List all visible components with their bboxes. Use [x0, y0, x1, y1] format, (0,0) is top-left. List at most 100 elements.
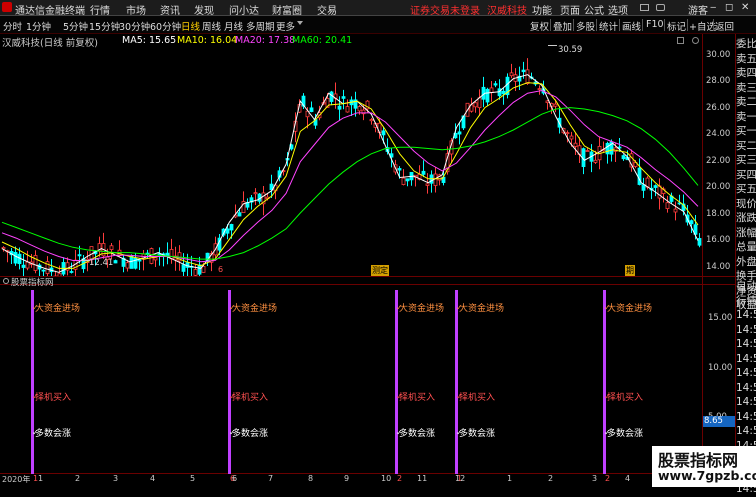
x-label: 2 [75, 474, 81, 483]
candle-body [113, 260, 118, 264]
maximize-button[interactable]: ◻ [725, 2, 733, 13]
sidebar-bottom-item[interactable]: 14:5 [736, 410, 756, 425]
x-label: 11 [417, 474, 428, 483]
price-chart[interactable] [0, 34, 702, 276]
candle-body [425, 183, 430, 186]
period-monthly[interactable]: 月线 [224, 19, 243, 33]
y-tick-14: 14.00 [706, 262, 731, 272]
sidebar-bottom-item[interactable]: 14:5 [736, 366, 756, 381]
btn-biaoji[interactable]: 标记 [667, 19, 686, 33]
period-weekly[interactable]: 周线 [202, 19, 221, 33]
btn-diejia[interactable]: 叠加 [553, 19, 572, 33]
period-5min[interactable]: 5分钟 [63, 19, 88, 33]
sidebar-top-item[interactable]: 卖五 [736, 52, 756, 67]
app-title: 通达信金融终端 [15, 6, 85, 17]
sidebar-top-item[interactable]: 买五 [736, 182, 756, 197]
x-label: 5 [190, 474, 196, 483]
sidebar-top-item[interactable]: 涨跌 [736, 211, 756, 226]
period-daily[interactable]: 日线 [181, 19, 200, 33]
event-marker-2[interactable]: 测定 [371, 265, 389, 276]
menu-hangqing[interactable]: 行情 [90, 2, 110, 17]
period-30min[interactable]: 30分钟 [119, 19, 150, 33]
indicator-top-border [0, 284, 736, 285]
user-label[interactable]: 游客 [688, 2, 708, 17]
indicator-toggle-icon[interactable] [3, 278, 9, 284]
sidebar-top-item[interactable]: 外盘 [736, 255, 756, 270]
sidebar-bottom-item[interactable]: 14:5 [736, 395, 756, 410]
sidebar-bottom-item[interactable]: 行情 [736, 294, 756, 309]
menu-yemian[interactable]: 页面 [560, 2, 580, 17]
sidebar-bottom-item[interactable]: 14:5 [736, 352, 756, 367]
sidebar-top-item[interactable]: 涨幅 [736, 226, 756, 241]
menu-zixun[interactable]: 资讯 [160, 2, 180, 17]
menu-xuanxiang[interactable]: 选项 [608, 2, 628, 17]
sidebar-top-item[interactable]: 卖一 [736, 110, 756, 125]
period-60min[interactable]: 60分钟 [150, 19, 181, 33]
ma-line-ma60 [1, 107, 699, 260]
app-logo-icon [2, 2, 12, 12]
sidebar-top-item[interactable]: 卖二 [736, 95, 756, 110]
sidebar-bottom-item[interactable]: 14:5 [736, 308, 756, 323]
menu-shichang[interactable]: 市场 [126, 2, 146, 17]
period-1min[interactable]: 1分钟 [26, 19, 51, 33]
sidebar-bottom-item[interactable]: 自动 [736, 279, 756, 294]
menu-gongshi[interactable]: 公式 [584, 2, 604, 17]
menu-gongneng[interactable]: 功能 [532, 2, 552, 17]
y-tick-22: 22.00 [706, 156, 731, 166]
signal-label: 择机买入 [459, 393, 496, 403]
quote-sidebar[interactable]: 委比 卖五 卖四 卖三 卖二 卖一 买一 买二 买三 买四 买五 现价 涨跌 涨幅 总量 外盘 换手 净资 收益 [736, 37, 756, 313]
minimize-button[interactable]: ‒ [710, 2, 716, 13]
candle-body [193, 269, 198, 276]
sidebar-top-item[interactable]: 买四 [736, 168, 756, 183]
x-label: 12 [455, 474, 466, 483]
signal-check-icon: ✓ [604, 392, 611, 401]
sidebar-top-item[interactable]: 卖四 [736, 66, 756, 81]
sidebar-top-item[interactable]: 总量 [736, 240, 756, 255]
more-dropdown-icon[interactable] [297, 21, 303, 25]
event-marker-3[interactable]: 期 [625, 265, 635, 276]
candle-body [125, 262, 130, 269]
signal-label: 择机买入 [232, 393, 269, 403]
event-marker-1[interactable]: 6 [218, 265, 223, 274]
sidebar-top-item[interactable]: 委比 [736, 37, 756, 52]
message-icon[interactable] [656, 4, 665, 11]
btn-duogu[interactable]: 多股 [576, 19, 595, 33]
sidebar-top-item[interactable]: 买三 [736, 153, 756, 168]
candle-body [621, 155, 626, 160]
login-warning[interactable]: 证券交易未登录 [410, 2, 480, 17]
btn-fanhui[interactable]: 返回 [715, 19, 734, 33]
btn-zixuan[interactable]: +自选 [689, 19, 716, 33]
menu-wenxiaoda[interactable]: 问小达 [229, 2, 259, 17]
btn-fuquan[interactable]: 复权 [530, 19, 549, 33]
candle-body [337, 105, 342, 110]
period-15min[interactable]: 15分钟 [89, 19, 120, 33]
signal-label: 择机买入 [607, 393, 644, 403]
candle-body [21, 264, 26, 268]
btn-f10[interactable]: F10 [646, 19, 664, 30]
period-more[interactable]: 更多 [276, 19, 295, 33]
period-fenshi[interactable]: 分时 [3, 19, 22, 33]
sidebar-top-item[interactable]: 买二 [736, 139, 756, 154]
candle-body [569, 135, 574, 140]
candle-body [69, 271, 74, 273]
sidebar-top-item[interactable]: 卖三 [736, 81, 756, 96]
sidebar-bottom-item[interactable]: 14:5 [736, 424, 756, 439]
btn-huaxian[interactable]: 画线 [622, 19, 641, 33]
sidebar-bottom-item[interactable]: 14:5 [736, 337, 756, 352]
menu-caifuquan[interactable]: 财富圈 [272, 2, 302, 17]
sidebar-bottom-item[interactable]: 14:5 [736, 381, 756, 396]
sidebar-top-item[interactable]: 现价 [736, 197, 756, 212]
btn-tongji[interactable]: 统计 [599, 19, 618, 33]
menu-faxian[interactable]: 发现 [194, 2, 214, 17]
menu-jiaoyi[interactable]: 交易 [317, 2, 337, 17]
signal-label: 大资金进场 [399, 304, 445, 314]
candle-body [457, 131, 462, 135]
period-multi[interactable]: 多周期 [246, 19, 275, 33]
candle-body [77, 254, 82, 257]
candle-body [369, 119, 374, 122]
sidebar-bottom-item[interactable]: 14:5 [736, 323, 756, 338]
close-button[interactable]: ✕ [741, 2, 749, 13]
sidebar-top-item[interactable]: 买一 [736, 124, 756, 139]
candle-body [229, 224, 234, 231]
monitor-icon[interactable] [640, 4, 649, 11]
